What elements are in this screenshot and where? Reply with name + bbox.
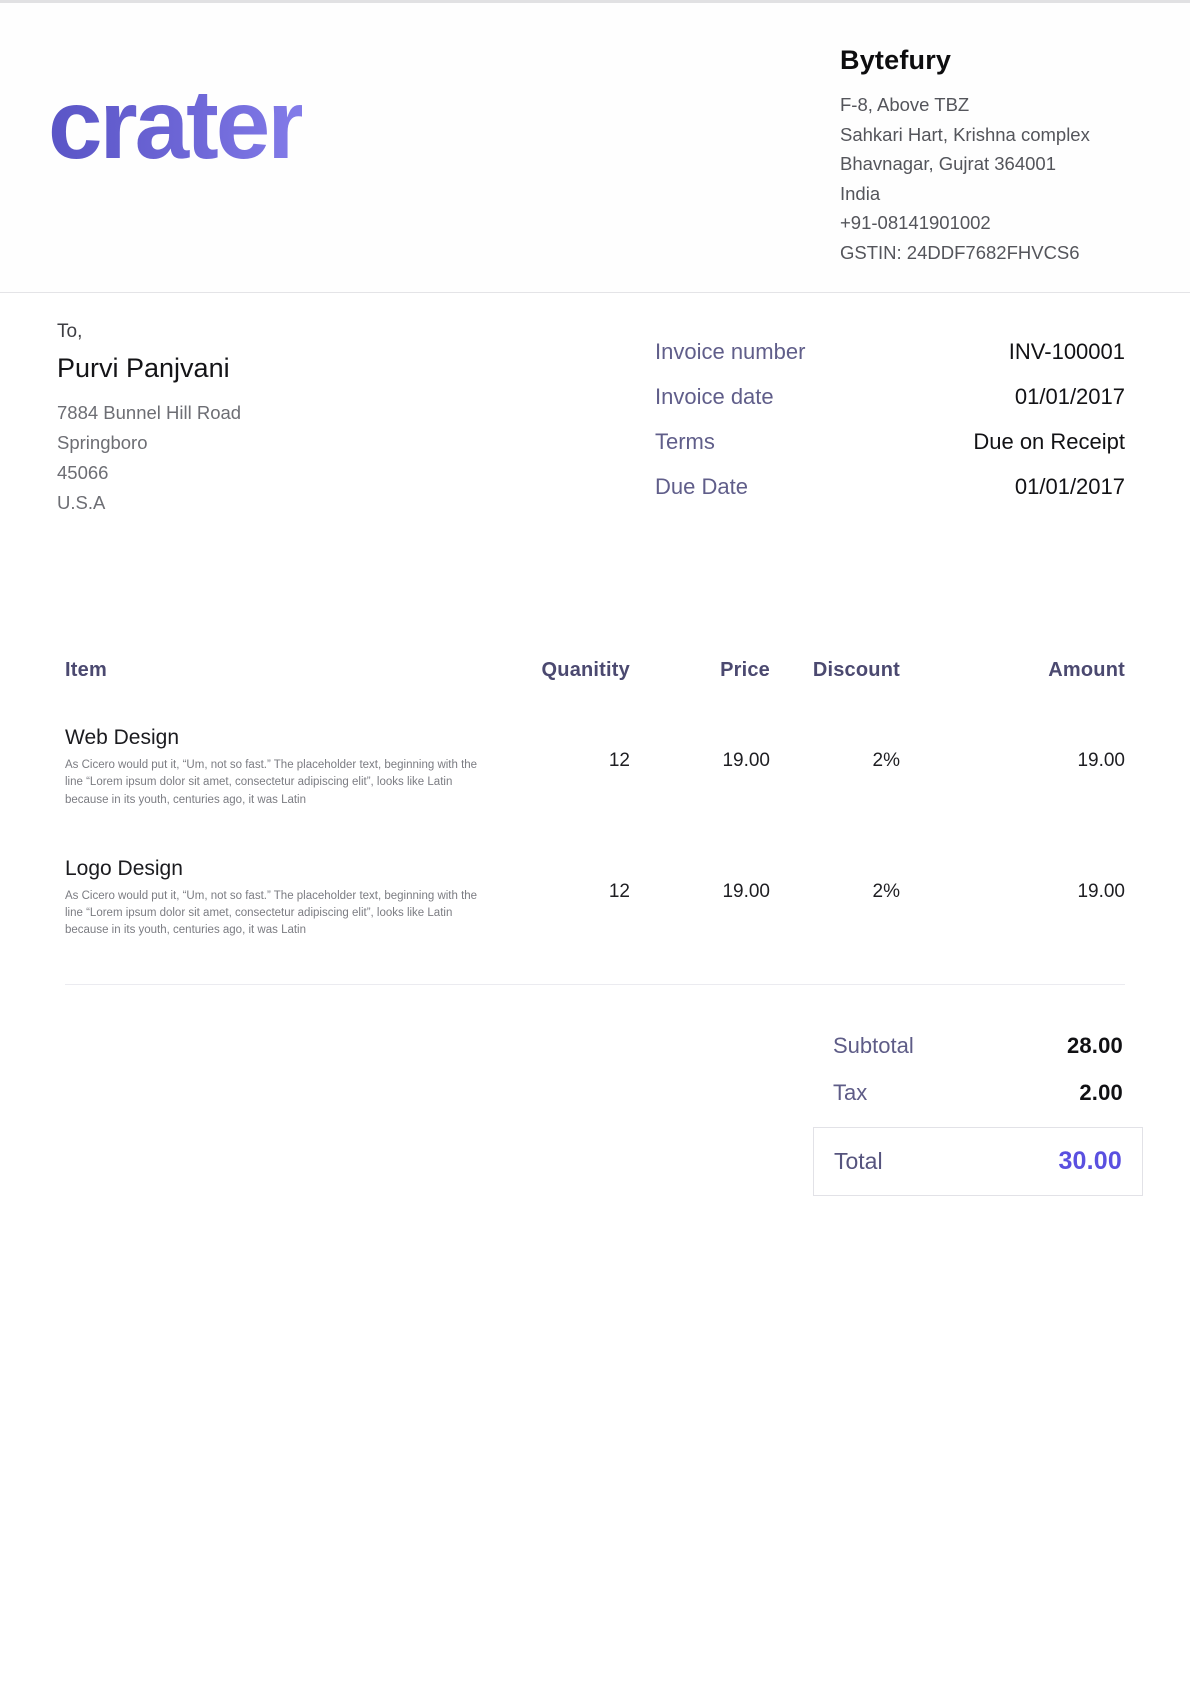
item-cell: Web Design As Cicero would put it, “Um, … (65, 726, 490, 809)
subtotal-value: 28.00 (1067, 1033, 1123, 1059)
company-address-line: Sahkari Hart, Krishna complex (840, 120, 1125, 150)
column-header-item: Item (65, 659, 490, 682)
invoice-date-row: Invoice date 01/01/2017 (655, 384, 1125, 410)
terms-row: Terms Due on Receipt (655, 429, 1125, 455)
item-discount: 2% (770, 726, 900, 772)
crater-logo: crater (48, 75, 302, 173)
column-header-price: Price (630, 659, 770, 682)
customer-address: 7884 Bunnel Hill Road Springboro 45066 U… (57, 398, 477, 518)
company-address-line: India (840, 179, 1125, 209)
items-table: Item Quanitity Price Discount Amount Web… (0, 659, 1190, 985)
customer-address-line: 7884 Bunnel Hill Road (57, 398, 477, 428)
bill-to-block: To, Purvi Panjvani 7884 Bunnel Hill Road… (57, 321, 477, 519)
column-header-amount: Amount (900, 659, 1125, 682)
company-gstin: GSTIN: 24DDF7682FHVCS6 (840, 238, 1125, 268)
item-amount: 19.00 (900, 726, 1125, 772)
item-cell: Logo Design As Cicero would put it, “Um,… (65, 857, 490, 940)
invoice-header: crater Bytefury F-8, Above TBZ Sahkari H… (0, 3, 1190, 293)
company-address-line: Bhavnagar, Gujrat 364001 (840, 149, 1125, 179)
customer-address-line: 45066 (57, 458, 477, 488)
company-phone: +91-08141901002 (840, 208, 1125, 238)
company-info: Bytefury F-8, Above TBZ Sahkari Hart, Kr… (840, 43, 1125, 268)
table-row: Logo Design As Cicero would put it, “Um,… (65, 835, 1125, 966)
total-label: Total (834, 1148, 883, 1175)
tax-row: Tax 2.00 (813, 1080, 1143, 1106)
total-box: Total 30.00 (813, 1127, 1143, 1196)
invoice-number-value: INV-100001 (1009, 339, 1125, 365)
tax-value: 2.00 (1079, 1080, 1123, 1106)
totals-section: Subtotal 28.00 Tax 2.00 Total 30.00 (0, 1033, 1190, 1196)
table-row: Web Design As Cicero would put it, “Um, … (65, 704, 1125, 835)
invoice-number-label: Invoice number (655, 339, 805, 365)
customer-address-line: Springboro (57, 428, 477, 458)
invoice-page: crater Bytefury F-8, Above TBZ Sahkari H… (0, 3, 1190, 1684)
subtotal-label: Subtotal (833, 1033, 914, 1059)
item-description: As Cicero would put it, “Um, not so fast… (65, 757, 485, 809)
invoice-date-label: Invoice date (655, 384, 774, 410)
tax-label: Tax (833, 1080, 867, 1106)
invoice-meta: Invoice number INV-100001 Invoice date 0… (655, 321, 1125, 519)
items-divider (65, 984, 1125, 985)
due-date-value: 01/01/2017 (1015, 474, 1125, 500)
item-price: 19.00 (630, 857, 770, 903)
invoice-number-row: Invoice number INV-100001 (655, 339, 1125, 365)
total-value: 30.00 (1058, 1147, 1122, 1176)
totals-block: Subtotal 28.00 Tax 2.00 Total 30.00 (813, 1033, 1143, 1196)
item-description: As Cicero would put it, “Um, not so fast… (65, 888, 485, 940)
item-price: 19.00 (630, 726, 770, 772)
item-name: Logo Design (65, 857, 490, 881)
company-name: Bytefury (840, 45, 1125, 76)
item-name: Web Design (65, 726, 490, 750)
items-table-header: Item Quanitity Price Discount Amount (65, 659, 1125, 704)
item-quantity: 12 (490, 726, 630, 772)
terms-label: Terms (655, 429, 715, 455)
column-header-discount: Discount (770, 659, 900, 682)
subtotal-row: Subtotal 28.00 (813, 1033, 1143, 1059)
terms-value: Due on Receipt (973, 429, 1125, 455)
column-header-quantity: Quanitity (490, 659, 630, 682)
billing-section: To, Purvi Panjvani 7884 Bunnel Hill Road… (0, 293, 1190, 519)
item-quantity: 12 (490, 857, 630, 903)
customer-name: Purvi Panjvani (57, 353, 477, 384)
company-address-line: F-8, Above TBZ (840, 90, 1125, 120)
due-date-row: Due Date 01/01/2017 (655, 474, 1125, 500)
due-date-label: Due Date (655, 474, 748, 500)
bill-to-heading: To, (57, 321, 477, 343)
invoice-date-value: 01/01/2017 (1015, 384, 1125, 410)
customer-address-line: U.S.A (57, 488, 477, 518)
item-discount: 2% (770, 857, 900, 903)
item-amount: 19.00 (900, 857, 1125, 903)
company-address: F-8, Above TBZ Sahkari Hart, Krishna com… (840, 90, 1125, 268)
